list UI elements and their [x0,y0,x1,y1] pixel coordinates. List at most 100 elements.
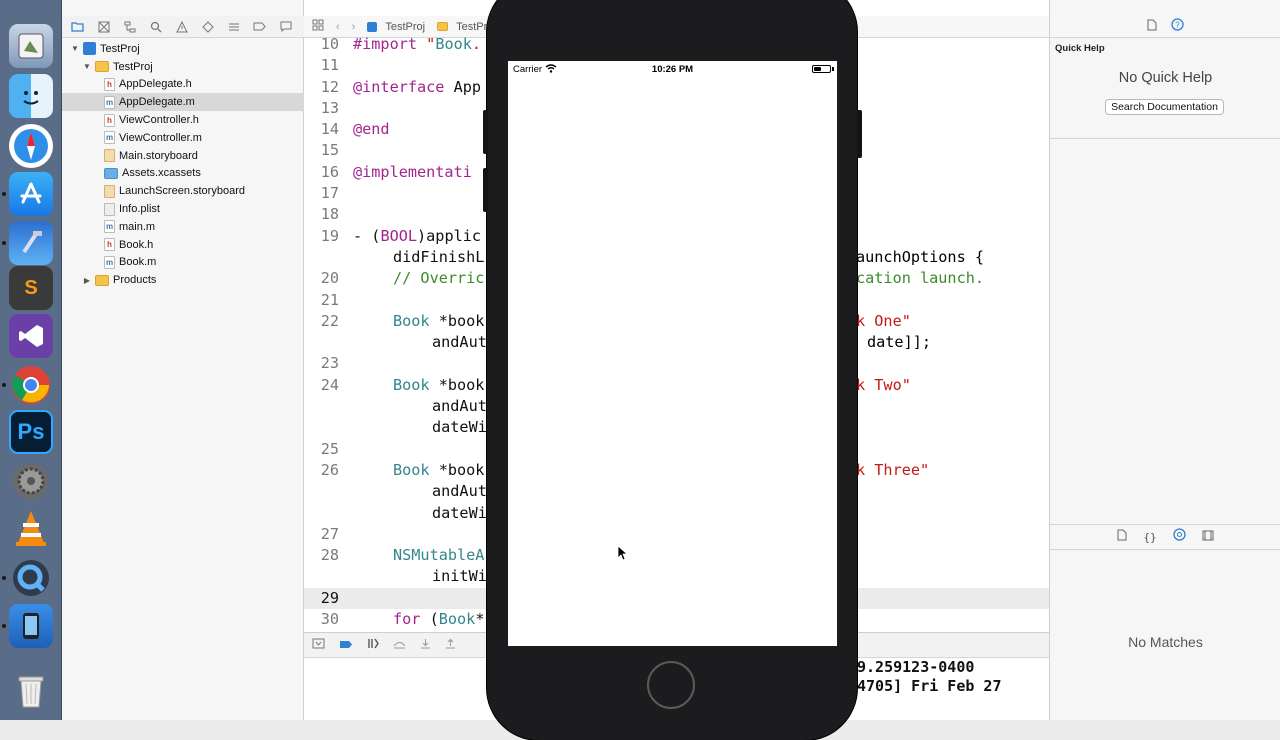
line-number[interactable]: 25 [304,440,339,458]
line-number[interactable]: 21 [304,291,339,309]
warning-icon[interactable] [173,18,190,35]
navigator-item[interactable]: LaunchScreen.storyboard [62,182,304,200]
line-number[interactable]: 18 [304,205,339,223]
line-number[interactable]: 13 [304,99,339,117]
line-number[interactable]: 22 [304,312,339,330]
line-number[interactable]: 12 [304,78,339,96]
home-button[interactable] [647,661,695,709]
code-snippet-icon[interactable]: {} [1143,531,1156,544]
power-button[interactable] [857,110,862,158]
object-library-icon[interactable] [1172,528,1186,546]
line-number[interactable]: 30 [304,610,339,628]
line-number[interactable]: 26 [304,461,339,479]
report-icon[interactable] [277,18,294,35]
chrome-app-icon[interactable] [9,363,53,407]
code-text: @implementati [353,162,472,181]
code-text: Book *book [393,311,485,330]
project-icon [83,42,96,56]
navigator-item[interactable]: m Book.m [62,254,304,272]
navigator-item-label: Assets.xcassets [122,167,201,180]
plist-file-icon [104,202,115,216]
source-control-icon[interactable] [95,18,112,35]
volume-button[interactable] [483,110,488,154]
disclosure-closed-icon[interactable]: ▶ [82,276,92,285]
line-number[interactable]: 29 [304,589,339,607]
search-documentation-button[interactable]: Search Documentation [1105,99,1224,115]
line-number[interactable]: 10 [304,35,339,53]
code-text: andAut [432,482,487,501]
line-number[interactable]: 17 [304,184,339,202]
photoshop-app-icon[interactable]: Ps [9,410,53,454]
breakpoint-icon[interactable] [251,18,268,35]
navigator-item-label: LaunchScreen.storyboard [119,185,245,198]
hierarchy-icon[interactable] [121,18,138,35]
navigator-item[interactable]: m main.m [62,218,304,236]
visual-studio-app-icon[interactable] [9,314,53,358]
line-number[interactable]: 19 [304,227,339,245]
navigator-item[interactable]: ▼ TestProj [62,40,304,58]
hide-debug-area-icon[interactable] [312,636,325,654]
file-inspector-icon[interactable] [1147,18,1157,36]
navigator-item-label: Main.storyboard [119,149,198,162]
file-tree: ▼ TestProj ▼ TestProj h AppDelegate.h m AppDele… [62,40,304,289]
line-number[interactable]: 16 [304,163,339,181]
system-preferences-app-icon[interactable] [9,459,53,503]
line-number[interactable]: 20 [304,269,339,287]
jump-bar-project[interactable]: TestProj [367,21,425,33]
m-file-icon: m [104,220,115,234]
preview-app-icon[interactable] [9,24,53,68]
debug-icon[interactable] [225,18,242,35]
jump-bar-folder-label: TestPr [456,20,488,33]
safari-app-icon[interactable] [9,124,53,168]
vlc-app-icon[interactable] [9,506,53,550]
line-number[interactable]: 14 [304,120,339,138]
file-template-icon[interactable] [1117,528,1127,546]
breakpoints-toggle-icon[interactable] [339,636,353,654]
navigator-item[interactable]: Assets.xcassets [62,165,304,183]
search-icon[interactable] [147,18,164,35]
simulator-screen[interactable]: Carrier 10:26 PM [508,61,837,646]
folder-icon[interactable] [69,18,86,35]
navigator-item[interactable]: h AppDelegate.h [62,76,304,94]
media-library-icon[interactable] [1202,528,1214,546]
line-number[interactable]: 15 [304,141,339,159]
navigator-item[interactable]: m ViewController.m [62,129,304,147]
trash-icon[interactable] [9,668,53,712]
navigator-item[interactable]: h ViewController.h [62,111,304,129]
navigator-item[interactable]: m AppDelegate.m [62,93,304,112]
step-over-icon[interactable] [393,636,406,654]
finder-app-icon[interactable] [9,74,53,118]
jump-bar-folder[interactable]: TestPr [437,21,487,33]
navigator-item[interactable]: Main.storyboard [62,147,304,165]
pause-icon[interactable] [367,636,379,654]
simulator-app-icon[interactable] [9,604,53,648]
volume-button[interactable] [483,168,488,212]
sublime-text-app-icon[interactable]: S [9,266,53,310]
test-diamond-icon[interactable] [199,18,216,35]
back-arrow-icon[interactable]: ‹ [336,21,340,33]
related-items-icon[interactable] [312,19,324,34]
navigator-item[interactable]: Info.plist [62,200,304,218]
line-number[interactable]: 24 [304,376,339,394]
disclosure-open-icon[interactable]: ▼ [82,62,92,71]
project-icon [367,21,378,32]
navigator-item-label: main.m [119,220,156,233]
line-number[interactable]: 23 [304,354,339,372]
quicktime-app-icon[interactable] [9,556,53,600]
navigator-item[interactable]: ▶ Products [62,271,304,289]
line-number[interactable]: 28 [304,546,339,564]
disclosure-open-icon[interactable]: ▼ [70,44,80,53]
console-line: 4705] Fri Feb 27 [857,677,1002,695]
step-into-icon[interactable] [420,636,431,654]
navigator-item[interactable]: h Book.h [62,236,304,254]
line-number[interactable]: 27 [304,525,339,543]
forward-arrow-icon[interactable]: › [352,21,356,33]
step-out-icon[interactable] [445,636,456,654]
folder-icon [95,61,109,73]
inspector-toolbar: ? [1050,16,1280,38]
navigator-item[interactable]: ▼ TestProj [62,58,304,76]
quick-help-icon[interactable]: ? [1171,17,1184,36]
xcode-app-icon[interactable] [9,221,53,265]
app-store-icon[interactable] [9,172,53,216]
line-number[interactable]: 11 [304,56,339,74]
